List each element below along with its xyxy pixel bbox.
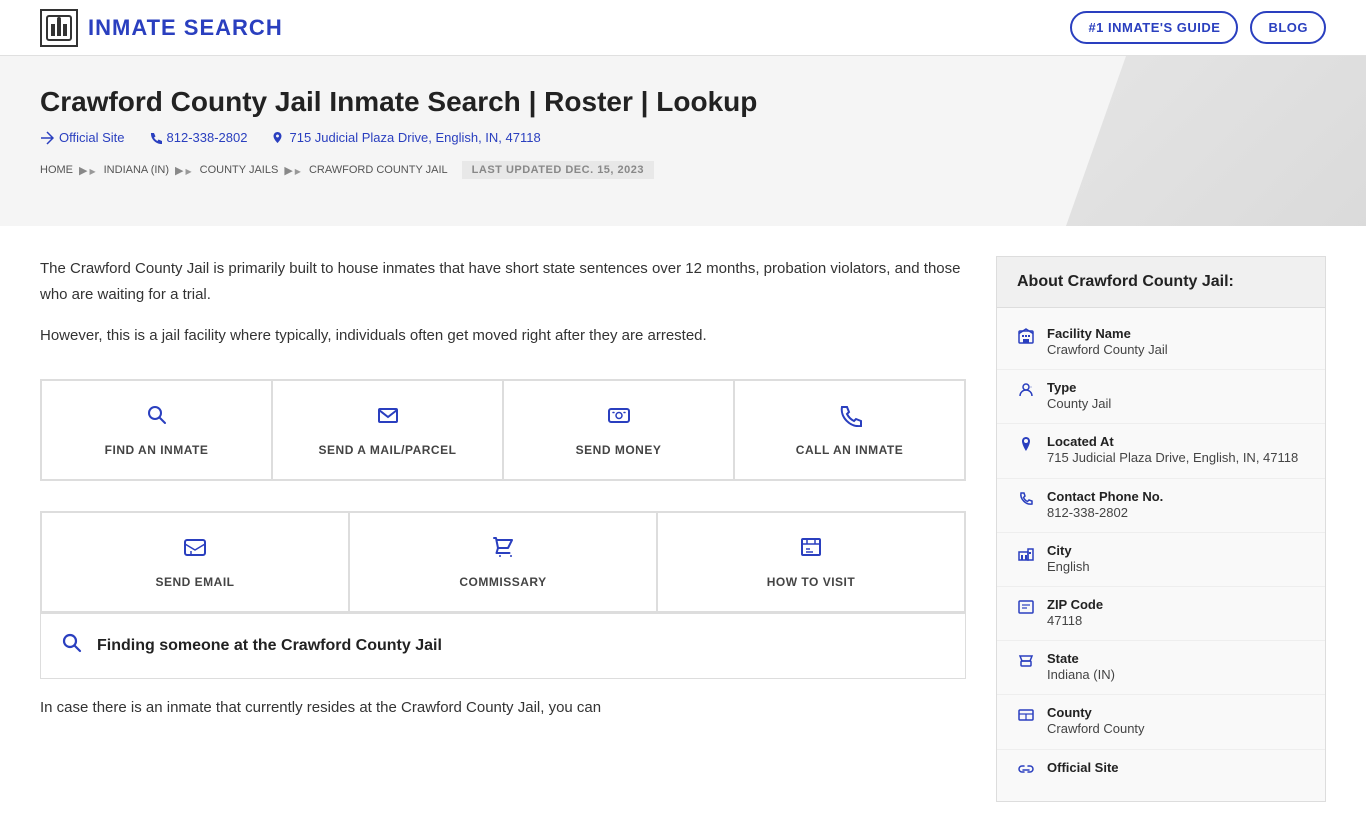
logo-area: INMATE SEARCH — [40, 9, 283, 47]
guide-button[interactable]: #1 INMATE'S GUIDE — [1070, 11, 1238, 44]
find-inmate-label: FIND AN INMATE — [105, 443, 209, 457]
about-city: City English — [997, 533, 1325, 587]
breadcrumb-sep3: ▶ — [284, 164, 303, 177]
state-value: Indiana (IN) — [1047, 666, 1115, 684]
main-content: The Crawford County Jail is primarily bu… — [0, 226, 1366, 832]
official-site-label: Official Site — [1047, 760, 1119, 775]
commissary-label: COMMISSARY — [459, 575, 546, 589]
action-call-inmate[interactable]: CALL AN INMATE — [734, 380, 965, 480]
header-buttons: #1 INMATE'S GUIDE BLOG — [1070, 11, 1326, 44]
zip-value: 47118 — [1047, 612, 1103, 630]
description-block: The Crawford County Jail is primarily bu… — [40, 256, 966, 349]
right-column: About Crawford County Jail: Facility Nam… — [996, 256, 1326, 802]
send-mail-label: SEND A MAIL/PARCEL — [319, 443, 457, 457]
facility-name-label: Facility Name — [1047, 326, 1168, 341]
official-site-link[interactable]: Official Site — [40, 130, 125, 145]
mail-icon — [376, 403, 400, 433]
cart-icon — [491, 535, 515, 565]
find-section[interactable]: Finding someone at the Crawford County J… — [40, 613, 966, 679]
description-para2: However, this is a jail facility where t… — [40, 323, 966, 349]
phone-value: 812-338-2802 — [1047, 504, 1163, 522]
contact-phone-icon — [1017, 491, 1035, 512]
breadcrumb-county-jails[interactable]: COUNTY JAILS — [200, 164, 279, 176]
located-at-label: Located At — [1047, 434, 1298, 449]
type-icon — [1017, 382, 1035, 403]
county-value: Crawford County — [1047, 720, 1145, 738]
city-label: City — [1047, 543, 1090, 558]
county-icon — [1017, 707, 1035, 728]
about-facility-name: Facility Name Crawford County Jail — [997, 316, 1325, 370]
left-column: The Crawford County Jail is primarily bu… — [40, 256, 966, 720]
action-send-mail[interactable]: SEND A MAIL/PARCEL — [272, 380, 503, 480]
money-icon — [607, 403, 631, 433]
breadcrumb-sep1: ▶ — [79, 164, 98, 177]
logo-icon — [40, 9, 78, 47]
find-section-heading: Finding someone at the Crawford County J… — [97, 637, 442, 655]
about-state: State Indiana (IN) — [997, 641, 1325, 695]
action-send-money[interactable]: SEND MONEY — [503, 380, 734, 480]
send-money-label: SEND MONEY — [576, 443, 662, 457]
send-email-label: SEND EMAIL — [155, 575, 234, 589]
about-located-at: Located At 715 Judicial Plaza Drive, Eng… — [997, 424, 1325, 478]
city-value: English — [1047, 558, 1090, 576]
about-zip: ZIP Code 47118 — [997, 587, 1325, 641]
state-label: State — [1047, 651, 1115, 666]
action-send-email[interactable]: SEND EMAIL — [41, 512, 349, 612]
type-label: Type — [1047, 380, 1111, 395]
hero-section: Crawford County Jail Inmate Search | Ros… — [0, 56, 1366, 226]
logo-text: INMATE SEARCH — [88, 15, 283, 41]
last-updated-badge: LAST UPDATED DEC. 15, 2023 — [462, 161, 654, 179]
facility-name-value: Crawford County Jail — [1047, 341, 1168, 359]
about-phone: Contact Phone No. 812-338-2802 — [997, 479, 1325, 533]
action-find-inmate[interactable]: FIND AN INMATE — [41, 380, 272, 480]
phone-label: Contact Phone No. — [1047, 489, 1163, 504]
search-icon — [145, 403, 169, 433]
bottom-text: In case there is an inmate that currentl… — [40, 695, 966, 721]
about-heading: About Crawford County Jail: — [997, 257, 1325, 308]
call-inmate-label: CALL AN INMATE — [796, 443, 903, 457]
breadcrumb-sep2: ▶ — [175, 164, 194, 177]
how-to-visit-label: HOW TO VISIT — [767, 575, 855, 589]
breadcrumb-home[interactable]: HOME — [40, 164, 73, 176]
about-list: Facility Name Crawford County Jail Type … — [997, 308, 1325, 801]
action-grid-bottom: SEND EMAIL COMMISSARY HOW TO VISIT — [40, 511, 966, 613]
page-title: Crawford County Jail Inmate Search | Ros… — [40, 86, 1326, 118]
phone-icon — [838, 403, 862, 433]
action-grid-top: FIND AN INMATE SEND A MAIL/PARCEL SEND M… — [40, 379, 966, 481]
action-commissary[interactable]: COMMISSARY — [349, 512, 657, 612]
breadcrumb-state[interactable]: INDIANA (IN) — [104, 164, 169, 176]
find-search-icon — [61, 632, 83, 660]
blog-button[interactable]: BLOG — [1250, 11, 1326, 44]
located-at-value: 715 Judicial Plaza Drive, English, IN, 4… — [1047, 449, 1298, 467]
breadcrumb-current: CRAWFORD COUNTY JAIL — [309, 164, 448, 176]
zip-icon — [1017, 599, 1035, 620]
address-link[interactable]: 715 Judicial Plaza Drive, English, IN, 4… — [271, 130, 540, 145]
header: INMATE SEARCH #1 INMATE'S GUIDE BLOG — [0, 0, 1366, 56]
county-label: County — [1047, 705, 1145, 720]
breadcrumb: HOME ▶ INDIANA (IN) ▶ COUNTY JAILS ▶ CRA… — [40, 161, 1326, 179]
city-icon — [1017, 545, 1035, 566]
hero-meta: Official Site 812-338-2802 715 Judicial … — [40, 130, 1326, 145]
about-type: Type County Jail — [997, 370, 1325, 424]
type-value: County Jail — [1047, 395, 1111, 413]
description-para1: The Crawford County Jail is primarily bu… — [40, 256, 966, 307]
state-icon — [1017, 653, 1035, 674]
location-icon — [1017, 436, 1035, 457]
about-card: About Crawford County Jail: Facility Nam… — [996, 256, 1326, 802]
about-official-site[interactable]: Official Site — [997, 750, 1325, 793]
action-how-to-visit[interactable]: HOW TO VISIT — [657, 512, 965, 612]
zip-label: ZIP Code — [1047, 597, 1103, 612]
phone-link[interactable]: 812-338-2802 — [149, 130, 248, 145]
building-icon — [1017, 328, 1035, 349]
visit-icon — [799, 535, 823, 565]
about-county: County Crawford County — [997, 695, 1325, 749]
link-icon — [1017, 762, 1035, 783]
email-icon — [183, 535, 207, 565]
